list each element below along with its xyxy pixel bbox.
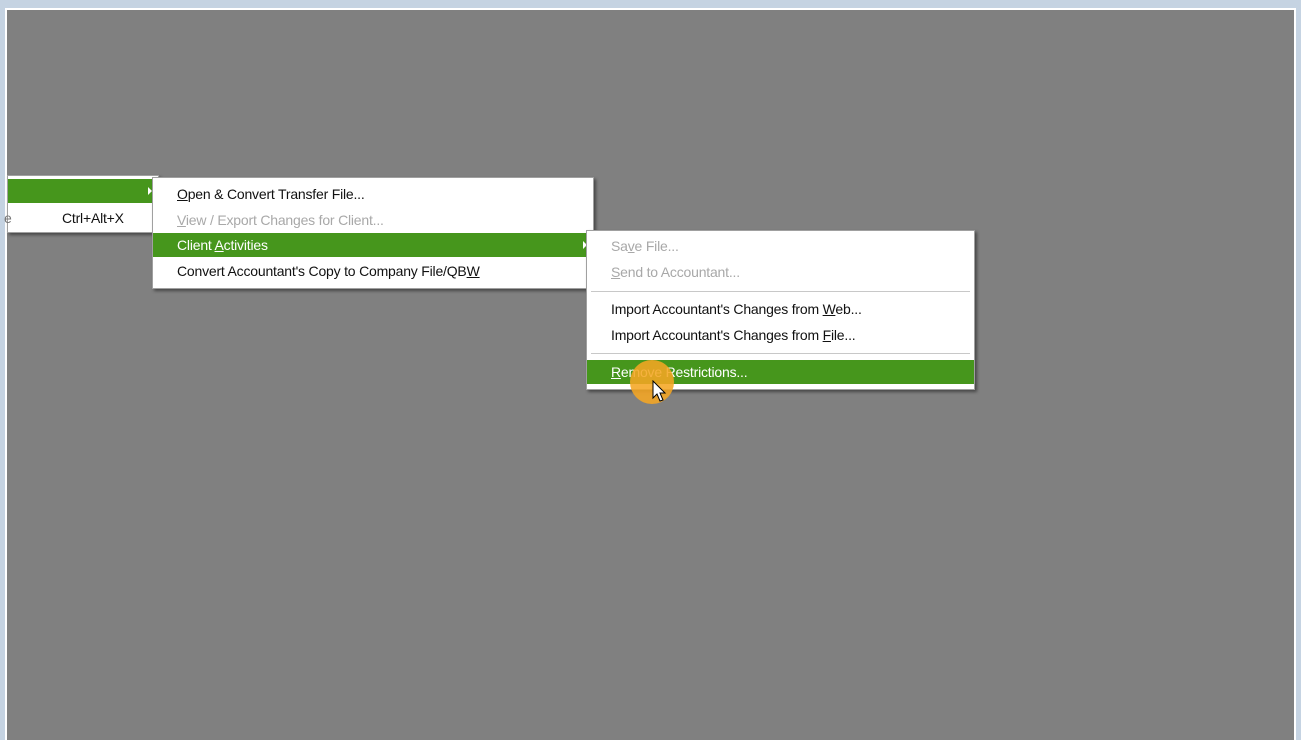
accountant-menu: e Ctrl+Alt+X xyxy=(4,175,159,233)
accountant-menu-item-transfer-file[interactable] xyxy=(8,179,158,203)
menu-item-convert-accountant-copy[interactable]: Convert Accountant's Copy to Company Fil… xyxy=(153,259,593,283)
menu-item-send-to-accountant[interactable]: Send to Accountant... xyxy=(587,260,974,284)
partial-left-text: e xyxy=(4,210,12,226)
menu-item-open-convert-transfer-file[interactable]: Open & Convert Transfer File... xyxy=(153,182,593,206)
menu-item-import-changes-from-web[interactable]: Import Accountant's Changes from Web... xyxy=(587,297,974,321)
cursor-arrow-icon xyxy=(652,380,667,402)
item-label-post: e File... xyxy=(634,238,679,254)
menu-separator xyxy=(591,353,970,355)
item-label-accelerator: W xyxy=(822,301,836,317)
item-label-post: end to Accountant... xyxy=(620,264,740,280)
menu-item-client-activities[interactable]: Client Activities xyxy=(153,233,593,257)
item-label-pre: Import Accountant's Changes from xyxy=(611,301,823,317)
transfer-file-submenu: Open & Convert Transfer File... View / E… xyxy=(152,177,594,289)
shortcut-text: Ctrl+Alt+X xyxy=(62,210,124,226)
item-label-pre: Sa xyxy=(611,238,628,254)
item-label-accelerator: A xyxy=(214,237,224,253)
item-label-post: ctivities xyxy=(223,237,268,253)
menu-item-view-export-changes[interactable]: View / Export Changes for Client... xyxy=(153,208,593,232)
item-label-pre: Convert Accountant's Copy to Company Fil… xyxy=(177,263,467,279)
menu-item-save-file[interactable]: Save File... xyxy=(587,234,974,258)
menu-item-import-changes-from-file[interactable]: Import Accountant's Changes from File... xyxy=(587,323,974,347)
item-label-post: pen & Convert Transfer File... xyxy=(187,186,365,202)
item-label-accelerator: R xyxy=(611,364,621,380)
item-label-post: iew / Export Changes for Client... xyxy=(185,212,384,228)
item-label-accelerator: F xyxy=(822,327,832,343)
item-label-pre: Import Accountant's Changes from xyxy=(611,327,823,343)
menu-separator xyxy=(591,291,970,293)
item-label-pre: Client xyxy=(177,237,215,253)
item-label-post: eb... xyxy=(835,301,862,317)
item-label-accelerator: v xyxy=(627,238,635,254)
item-label-accelerator: V xyxy=(177,212,186,228)
item-label-accelerator: S xyxy=(611,264,621,280)
accountant-menu-item-shortcut[interactable]: e Ctrl+Alt+X xyxy=(4,206,158,230)
item-label-post: ile... xyxy=(830,327,856,343)
item-label-accelerator: O xyxy=(177,186,188,202)
item-label-accelerator: W xyxy=(466,263,480,279)
